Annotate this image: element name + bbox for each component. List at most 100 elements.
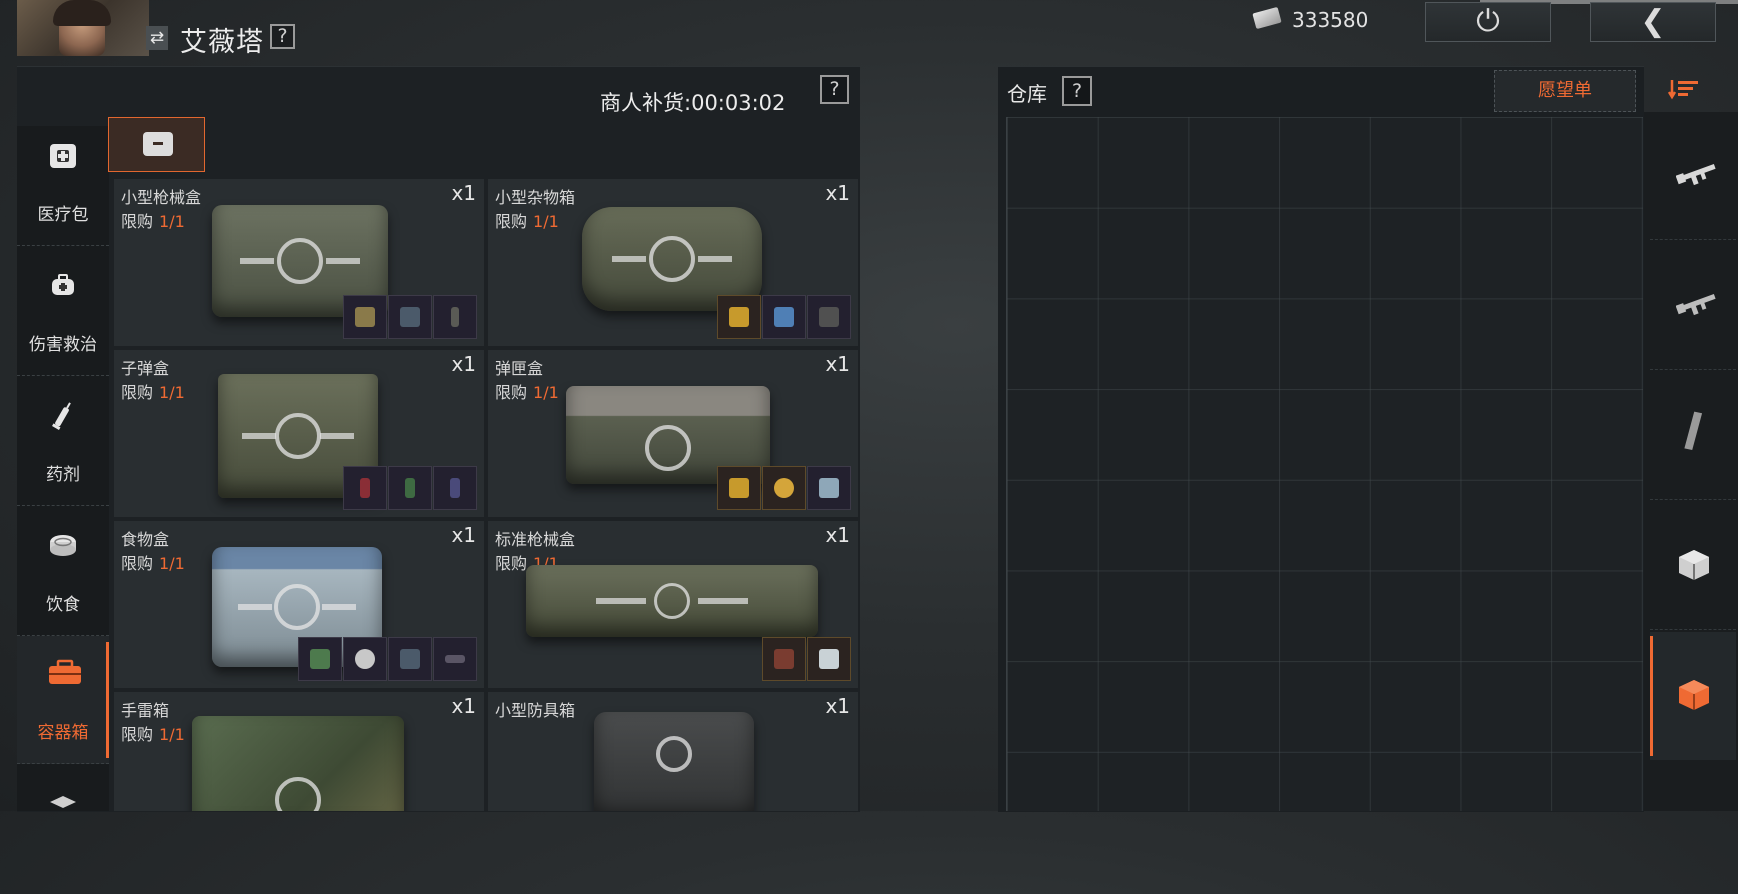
item-name: 小型杂物箱 bbox=[495, 188, 576, 207]
content-slot[interactable] bbox=[388, 466, 432, 510]
limit-value: 1/1 bbox=[159, 725, 185, 744]
limit-label: 限购 bbox=[495, 554, 528, 573]
stack-icon bbox=[48, 794, 78, 824]
back-button[interactable]: ❮ bbox=[1590, 2, 1716, 42]
crate-emblem bbox=[277, 238, 323, 284]
content-slot[interactable] bbox=[807, 466, 851, 510]
crate-wing bbox=[242, 433, 276, 439]
item-contents bbox=[762, 637, 851, 681]
category-label: 容器箱 bbox=[37, 723, 89, 743]
content-slot[interactable] bbox=[433, 295, 477, 339]
category-medkit[interactable]: 医疗包 bbox=[17, 118, 109, 246]
category-more[interactable] bbox=[17, 766, 109, 894]
rifle-icon bbox=[1675, 158, 1716, 188]
content-slot[interactable] bbox=[717, 295, 761, 339]
content-slot[interactable] bbox=[298, 637, 342, 681]
character-help-button[interactable]: ? bbox=[270, 24, 295, 49]
crate-wing bbox=[238, 604, 272, 610]
power-button[interactable]: ⏻ bbox=[1425, 2, 1551, 42]
currency-amount: 333580 bbox=[1292, 8, 1369, 32]
warehouse-filter-cube[interactable] bbox=[1650, 502, 1736, 630]
food-can-icon bbox=[48, 530, 78, 560]
content-slot[interactable] bbox=[388, 637, 432, 681]
item-name: 弹匣盒 bbox=[495, 359, 544, 378]
restock-help-button[interactable]: ? bbox=[820, 75, 849, 104]
item-quantity: x1 bbox=[451, 694, 476, 718]
crate-emblem bbox=[654, 583, 690, 619]
crate-wing bbox=[326, 258, 360, 264]
content-slot[interactable] bbox=[762, 466, 806, 510]
content-slot[interactable] bbox=[807, 637, 851, 681]
content-slot[interactable] bbox=[762, 295, 806, 339]
shop-item-card[interactable]: 标准枪械盒 限购 1/1 x1 bbox=[488, 521, 858, 688]
category-label: 伤害救治 bbox=[29, 335, 97, 355]
item-limit: 限购 1/1 bbox=[121, 379, 185, 403]
item-limit: 限购 1/1 bbox=[121, 721, 185, 745]
crate-emblem bbox=[649, 236, 695, 282]
content-slot[interactable] bbox=[762, 637, 806, 681]
crate-wing bbox=[240, 258, 274, 264]
category-medicine[interactable]: 药剂 bbox=[17, 378, 109, 506]
content-slot[interactable] bbox=[343, 295, 387, 339]
filter-tab-all-boxes[interactable] bbox=[108, 117, 205, 172]
limit-value: 1/1 bbox=[159, 383, 185, 402]
warehouse-filter-rifle[interactable] bbox=[1650, 112, 1736, 240]
limit-label: 限购 bbox=[121, 554, 154, 573]
content-slot[interactable] bbox=[343, 637, 387, 681]
limit-value: 1/1 bbox=[533, 383, 559, 402]
swap-character-icon[interactable]: ⇄ bbox=[146, 26, 168, 50]
crate-emblem bbox=[274, 584, 320, 630]
character-hair bbox=[53, 0, 111, 26]
category-first-aid[interactable]: 伤害救治 bbox=[17, 248, 109, 376]
content-slot[interactable] bbox=[807, 295, 851, 339]
shop-item-card[interactable]: 小型防具箱 x1 bbox=[488, 692, 858, 811]
character-portrait[interactable] bbox=[17, 0, 149, 56]
item-quantity: x1 bbox=[825, 523, 850, 547]
item-limit: 限购 1/1 bbox=[121, 550, 185, 574]
warehouse-help-button[interactable]: ? bbox=[1062, 76, 1092, 106]
power-icon: ⏻ bbox=[1476, 4, 1500, 39]
category-container[interactable]: 容器箱 bbox=[17, 636, 109, 764]
shop-item-card[interactable]: 手雷箱 限购 1/1 x1 bbox=[114, 692, 484, 811]
warehouse-filter-container[interactable] bbox=[1650, 632, 1736, 760]
category-label: 饮食 bbox=[46, 595, 80, 615]
limit-label: 限购 bbox=[121, 383, 154, 402]
content-slot[interactable] bbox=[433, 466, 477, 510]
content-slot[interactable] bbox=[388, 295, 432, 339]
shop-item-card[interactable]: 小型枪械盒 限购 1/1 x1 bbox=[114, 179, 484, 346]
warehouse-filter-magazine[interactable] bbox=[1650, 372, 1736, 500]
item-quantity: x1 bbox=[451, 523, 476, 547]
content-slot[interactable] bbox=[717, 466, 761, 510]
character-name: 艾薇塔 bbox=[180, 27, 264, 58]
small-armor-box-image bbox=[594, 712, 754, 811]
limit-value: 1/1 bbox=[533, 212, 559, 231]
category-food[interactable]: 饮食 bbox=[17, 508, 109, 636]
container-cube-icon bbox=[1676, 678, 1712, 710]
restock-timer: 商人补货:00:03:02 bbox=[600, 87, 785, 117]
warehouse-grid[interactable] bbox=[1006, 117, 1643, 811]
content-slot[interactable] bbox=[433, 637, 477, 681]
crate-emblem bbox=[275, 413, 321, 459]
item-contents bbox=[717, 466, 851, 510]
item-limit: 限购 1/1 bbox=[495, 379, 559, 403]
item-quantity: x1 bbox=[825, 181, 850, 205]
restock-time: 00:03:02 bbox=[691, 91, 786, 115]
crate-wing bbox=[698, 256, 732, 262]
limit-label: 限购 bbox=[121, 725, 154, 744]
sort-icon[interactable] bbox=[1667, 78, 1700, 100]
standard-gun-case-image bbox=[526, 565, 818, 637]
crate-wing bbox=[322, 604, 356, 610]
warehouse-title: 仓库 bbox=[1007, 82, 1047, 106]
crate-wing bbox=[596, 598, 646, 604]
warehouse-filter-rifle-alt[interactable] bbox=[1650, 242, 1736, 370]
crate-emblem bbox=[645, 425, 691, 471]
shop-item-card[interactable]: 小型杂物箱 限购 1/1 x1 bbox=[488, 179, 858, 346]
currency-icon bbox=[1252, 6, 1282, 30]
shop-item-card[interactable]: 子弹盒 限购 1/1 x1 bbox=[114, 350, 484, 517]
crate-wing bbox=[698, 598, 748, 604]
shop-item-card[interactable]: 弹匣盒 限购 1/1 x1 bbox=[488, 350, 858, 517]
content-slot[interactable] bbox=[343, 466, 387, 510]
wishlist-button[interactable]: 愿望单 bbox=[1494, 70, 1636, 112]
item-contents bbox=[717, 295, 851, 339]
shop-item-card[interactable]: 食物盒 限购 1/1 x1 bbox=[114, 521, 484, 688]
